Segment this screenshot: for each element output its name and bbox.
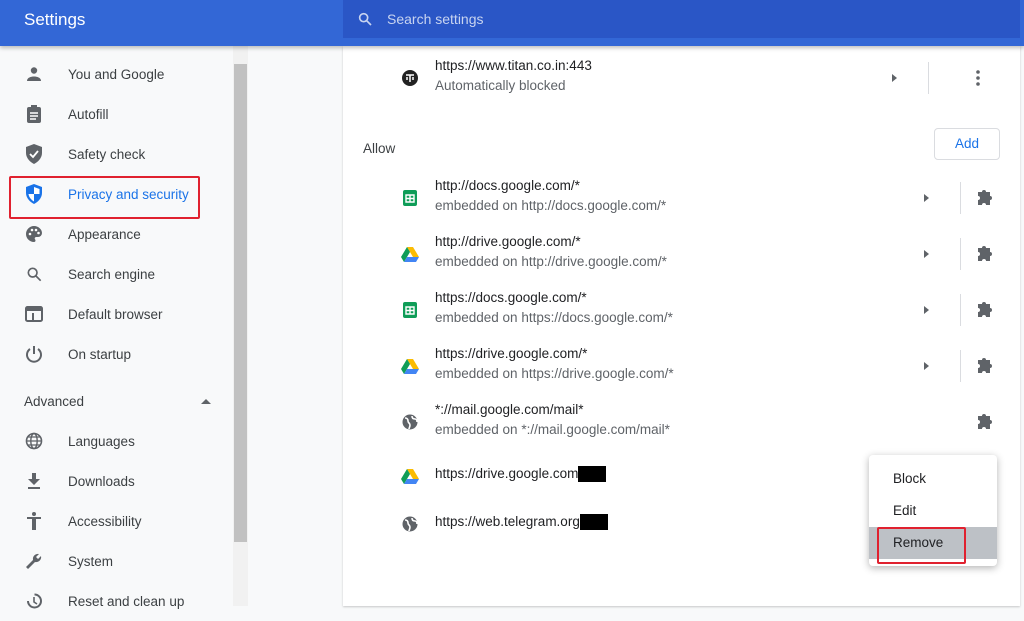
menu-item-edit[interactable]: Edit (869, 495, 997, 527)
sidebar-item-label: Reset and clean up (68, 593, 185, 609)
puzzle-icon[interactable] (976, 411, 996, 431)
allow-site-row[interactable]: http://docs.google.com/* embedded on http… (343, 170, 1020, 226)
divider (960, 294, 961, 326)
site-url: http://docs.google.com/* (435, 178, 580, 193)
redaction-bar (578, 466, 607, 483)
puzzle-icon[interactable] (976, 355, 996, 375)
advanced-section-toggle[interactable]: Advanced (0, 381, 233, 421)
site-subtitle: Automatically blocked (435, 78, 566, 93)
scrollbar-thumb[interactable] (234, 64, 247, 542)
sidebar-item-safety-check[interactable]: Safety check (0, 134, 233, 174)
allow-site-row[interactable]: https://drive.google.com/* embedded on ht… (343, 338, 1020, 394)
sidebar-item-search-engine[interactable]: Search engine (0, 254, 233, 294)
site-url: http://drive.google.com/* (435, 234, 581, 249)
divider (960, 350, 961, 382)
sidebar-item-label: On startup (68, 346, 132, 362)
puzzle-icon[interactable] (976, 299, 996, 319)
site-subtitle: embedded on *://mail.google.com/mail* (435, 422, 670, 437)
drive-icon (401, 247, 419, 262)
sidebar-item-appearance[interactable]: Appearance (0, 214, 233, 254)
globe-icon (402, 414, 418, 430)
globe-icon (402, 516, 418, 532)
sidebar-item-label: Appearance (68, 226, 141, 242)
sheets-icon (403, 190, 417, 206)
browser-icon (24, 304, 44, 324)
highlight-box (877, 527, 966, 564)
puzzle-icon[interactable] (976, 187, 996, 207)
palette-icon (24, 224, 44, 244)
sidebar-item-label: System (68, 553, 114, 569)
allow-site-row[interactable]: *://mail.google.com/mail* embedded on *:/… (343, 394, 1020, 450)
sidebar-item-label: Downloads (68, 473, 135, 489)
sidebar-item-reset[interactable]: Reset and clean up (0, 581, 233, 621)
arrow-right-icon[interactable] (924, 250, 929, 258)
search-icon (358, 12, 372, 26)
sidebar-item-on-startup[interactable]: On startup (0, 334, 233, 374)
allow-section-label: Allow (363, 141, 396, 156)
titan-favicon (402, 70, 418, 86)
sidebar-item-languages[interactable]: Languages (0, 421, 233, 461)
site-url: https://drive.google.com/* (435, 346, 588, 361)
sidebar-item-accessibility[interactable]: Accessibility (0, 501, 233, 541)
search-input[interactable]: Search settings (343, 0, 1020, 38)
site-url: *://mail.google.com/mail* (435, 402, 584, 417)
drive-icon (401, 359, 419, 374)
add-button[interactable]: Add (934, 128, 1000, 160)
sidebar-item-label: Languages (68, 433, 135, 449)
header: Settings Search settings (0, 0, 1024, 46)
puzzle-icon[interactable] (976, 243, 996, 263)
shield-check-icon (24, 144, 44, 164)
site-subtitle: embedded on http://drive.google.com/* (435, 254, 667, 269)
arrow-right-icon[interactable] (924, 306, 929, 314)
advanced-label: Advanced (24, 393, 85, 409)
search-icon (24, 264, 44, 284)
sidebar: You and Google Autofill Safety check Pri… (0, 46, 233, 609)
divider (960, 182, 961, 214)
redaction-bar (579, 514, 608, 531)
more-vert-icon[interactable] (976, 70, 980, 86)
sidebar-item-default-browser[interactable]: Default browser (0, 294, 233, 334)
caret-up-icon (201, 399, 211, 404)
search-placeholder: Search settings (387, 11, 484, 27)
wrench-icon (24, 551, 44, 571)
sidebar-item-label: You and Google (68, 66, 165, 82)
site-subtitle: embedded on http://docs.google.com/* (435, 198, 667, 213)
site-subtitle: embedded on https://drive.google.com/* (435, 366, 674, 381)
site-url: https://docs.google.com/* (435, 290, 587, 305)
sidebar-scrollbar[interactable] (233, 46, 248, 606)
globe-icon (24, 431, 44, 451)
accessibility-icon (24, 511, 44, 531)
sidebar-item-label: Default browser (68, 306, 163, 322)
drive-icon (401, 469, 419, 484)
sidebar-item-system[interactable]: System (0, 541, 233, 581)
history-icon (24, 591, 44, 611)
sidebar-item-label: Autofill (68, 106, 109, 122)
sidebar-item-autofill[interactable]: Autofill (0, 94, 233, 134)
site-url: https://drive.google.com (435, 466, 607, 483)
site-subtitle: embedded on https://docs.google.com/* (435, 310, 673, 325)
clipboard-icon (24, 104, 44, 124)
sheets-icon (403, 302, 417, 318)
sidebar-item-downloads[interactable]: Downloads (0, 461, 233, 501)
arrow-right-icon[interactable] (892, 74, 897, 82)
divider (928, 62, 929, 94)
allow-site-row[interactable]: https://docs.google.com/* embedded on htt… (343, 282, 1020, 338)
divider (960, 238, 961, 270)
arrow-right-icon[interactable] (924, 362, 929, 370)
page-title: Settings (24, 10, 86, 29)
sidebar-item-label: Accessibility (68, 513, 142, 529)
menu-item-block[interactable]: Block (869, 463, 997, 495)
site-url: https://www.titan.co.in:443 (435, 58, 592, 73)
arrow-right-icon[interactable] (924, 194, 929, 202)
highlight-box (9, 176, 200, 219)
power-icon (24, 344, 44, 364)
blocked-site-row[interactable]: https://www.titan.co.in:443 Automaticall… (343, 50, 1020, 106)
sidebar-item-label: Safety check (68, 146, 146, 162)
person-icon (24, 64, 44, 84)
allow-site-row[interactable]: http://drive.google.com/* embedded on htt… (343, 226, 1020, 282)
download-icon (24, 471, 44, 491)
sidebar-item-you-and-google[interactable]: You and Google (0, 54, 233, 94)
sidebar-item-label: Search engine (68, 266, 156, 282)
site-url: https://web.telegram.org (435, 514, 608, 531)
